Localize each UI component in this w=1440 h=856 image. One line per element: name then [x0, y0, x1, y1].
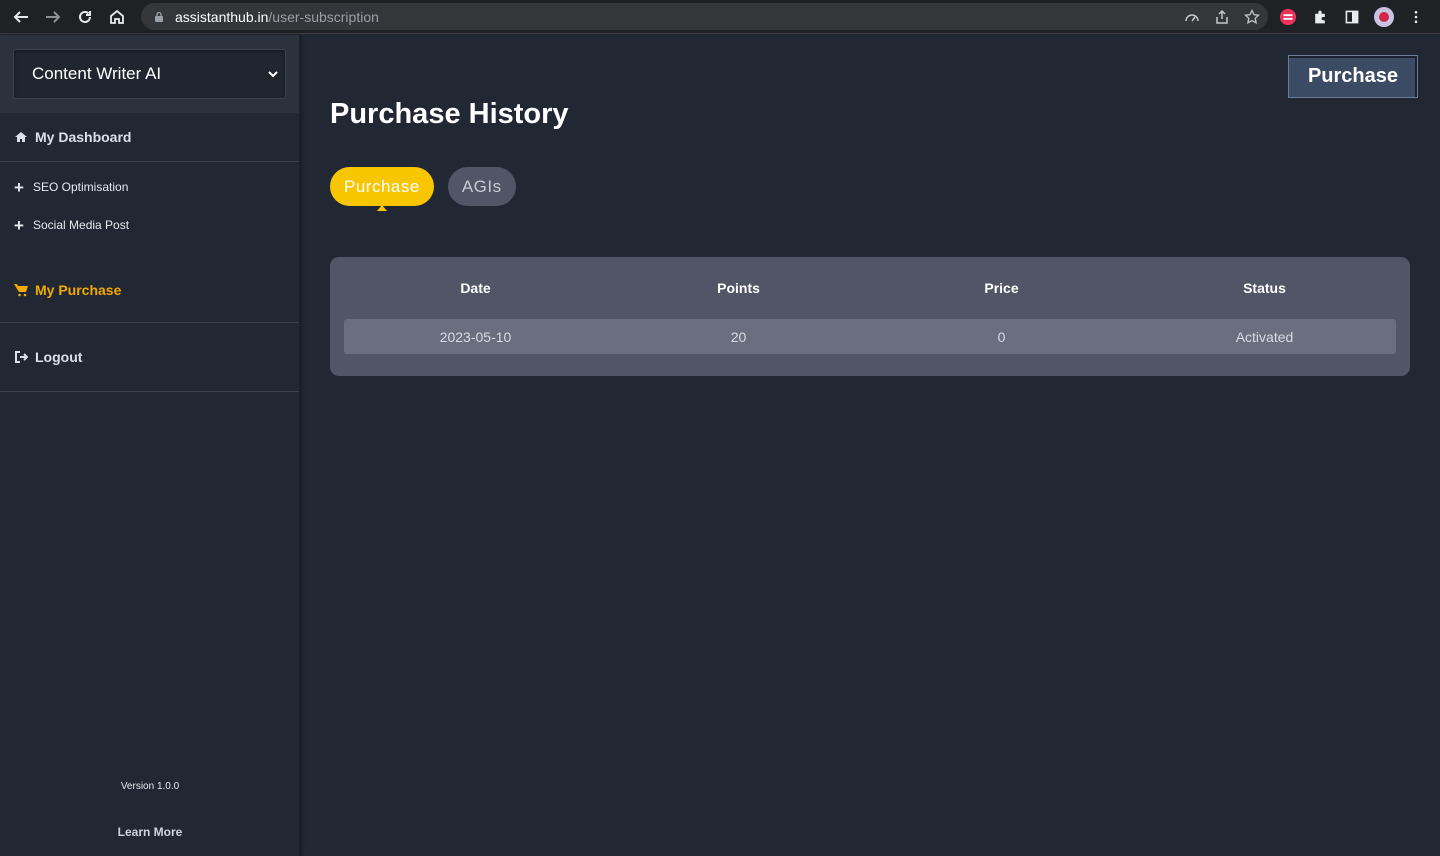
- column-header-status: Status: [1243, 280, 1286, 296]
- home-icon: [110, 9, 124, 24]
- page-title: Purchase History: [330, 98, 569, 130]
- purchase-table: Date Points Price Status 2023-05-10 20 0…: [330, 257, 1410, 376]
- learn-more-link[interactable]: Learn More: [0, 825, 300, 839]
- sidebar-item-label: My Dashboard: [35, 129, 132, 145]
- column-header-date: Date: [460, 280, 491, 296]
- performance-icon[interactable]: [1184, 9, 1200, 25]
- arrow-right-icon: [46, 10, 61, 23]
- extension-icon[interactable]: [1278, 7, 1298, 27]
- lock-icon: [155, 11, 163, 22]
- app-select-container: Content Writer AI: [0, 35, 299, 113]
- column-header-points: Points: [717, 280, 760, 296]
- reload-button[interactable]: [69, 1, 101, 33]
- app-select-value: Content Writer AI: [32, 64, 162, 83]
- tab-bar: Purchase AGIs: [330, 167, 516, 206]
- sidepanel-icon[interactable]: [1342, 7, 1362, 27]
- sidebar-item-label: SEO Optimisation: [33, 180, 129, 194]
- tab-label: Purchase: [344, 176, 420, 196]
- back-button[interactable]: [5, 1, 37, 33]
- cell-points: 20: [730, 328, 747, 345]
- cell-price: 0: [997, 328, 1006, 345]
- cart-icon: [14, 283, 28, 297]
- reload-icon: [79, 10, 91, 23]
- cell-date: 2023-05-10: [439, 328, 512, 345]
- table-row: 2023-05-10 20 0 Activated: [344, 319, 1396, 354]
- divider: [0, 161, 299, 162]
- cell-status: Activated: [1235, 328, 1294, 345]
- sidebar-item-label: Social Media Post: [33, 218, 130, 232]
- table-header: Date Points Price Status: [330, 257, 1410, 319]
- plus-icon: +: [14, 177, 24, 197]
- sidebar-item-logout[interactable]: Logout: [0, 323, 299, 391]
- home-button[interactable]: [101, 1, 133, 33]
- star-icon[interactable]: [1244, 8, 1260, 25]
- tab-agis[interactable]: AGIs: [447, 167, 516, 206]
- sidebar: Content Writer AI My Dashboard + SEO Opt…: [0, 35, 300, 856]
- kebab-menu-icon[interactable]: [1406, 7, 1426, 27]
- sidebar-item-my-purchase[interactable]: My Purchase: [0, 266, 299, 314]
- browser-toolbar: assistanthub.in/user-subscription: [0, 0, 1440, 34]
- chevron-down-icon: [268, 71, 278, 78]
- app-select[interactable]: Content Writer AI: [13, 49, 286, 99]
- avatar[interactable]: [1374, 7, 1394, 27]
- sidebar-item-label: My Purchase: [35, 282, 122, 298]
- forward-button[interactable]: [37, 1, 69, 33]
- tab-purchase[interactable]: Purchase: [330, 167, 434, 206]
- sidebar-item-dashboard[interactable]: My Dashboard: [0, 113, 299, 161]
- sidebar-item-label: Logout: [35, 349, 83, 365]
- share-icon[interactable]: [1214, 9, 1230, 25]
- sidebar-item-seo[interactable]: + SEO Optimisation: [0, 168, 299, 206]
- divider: [0, 391, 299, 392]
- tab-label: AGIs: [461, 176, 502, 196]
- version-text: Version 1.0.0: [120, 781, 180, 792]
- logout-icon: [14, 350, 28, 364]
- sidebar-item-social-media[interactable]: + Social Media Post: [0, 206, 299, 244]
- plus-icon: +: [14, 215, 24, 235]
- column-header-price: Price: [984, 280, 1019, 296]
- purchase-button[interactable]: Purchase: [1288, 55, 1418, 98]
- address-bar[interactable]: assistanthub.in/user-subscription: [141, 3, 1268, 30]
- home-icon: [14, 130, 28, 144]
- puzzle-icon[interactable]: [1310, 7, 1330, 27]
- url-text: assistanthub.in/user-subscription: [175, 8, 379, 25]
- main-content: Purchase Purchase History Purchase AGIs …: [301, 35, 1440, 856]
- arrow-left-icon: [13, 10, 28, 23]
